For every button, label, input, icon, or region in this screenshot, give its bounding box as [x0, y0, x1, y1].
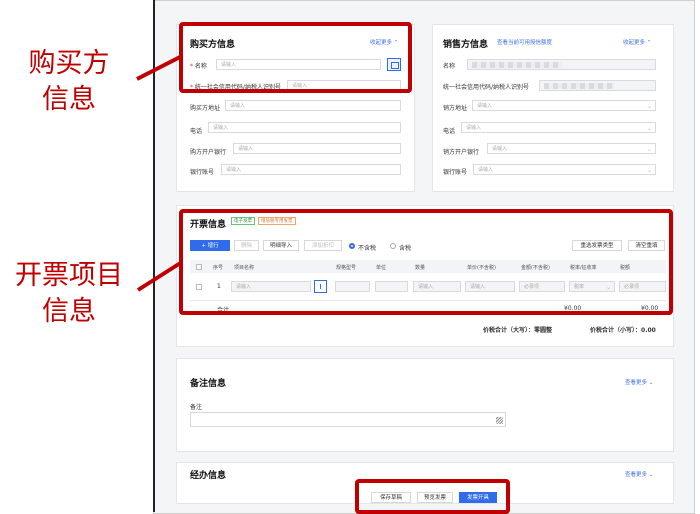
invoice-callout-line: [136, 260, 184, 292]
buyer-annotation: 购买方 信息: [28, 48, 110, 115]
buyer-callout-line: [136, 54, 183, 81]
invoice-annotation: 开票项目 信息: [15, 260, 123, 327]
